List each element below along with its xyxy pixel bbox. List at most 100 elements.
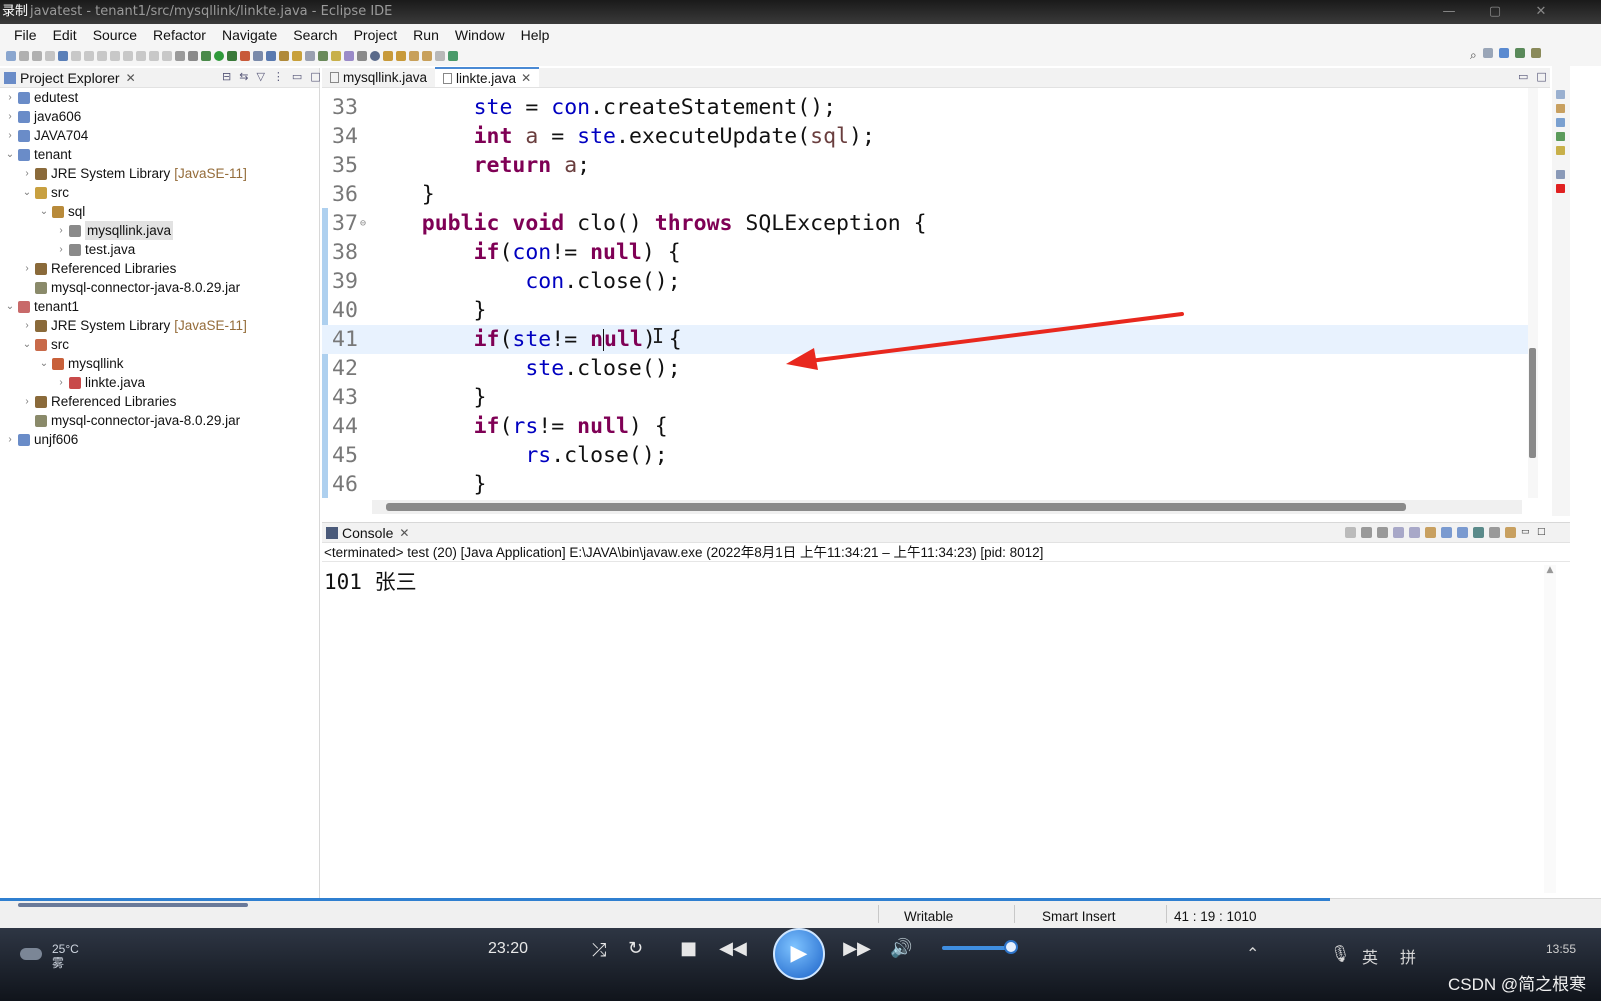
step-return-icon[interactable] (162, 51, 172, 61)
terminate-icon[interactable] (1345, 527, 1356, 538)
step-into-icon[interactable] (136, 51, 146, 61)
code-line[interactable]: 44 if(rs!= null) { (322, 412, 1528, 441)
menu-window[interactable]: Window (447, 24, 513, 46)
javadoc-icon[interactable] (1556, 132, 1565, 141)
chevron-down-icon[interactable]: ⌄ (4, 297, 16, 316)
console-output[interactable]: 101 张三 (322, 562, 1570, 882)
suspend-icon[interactable] (97, 51, 107, 61)
tree-item[interactable]: mysql-connector-java-8.0.29.jar (0, 411, 319, 430)
word-wrap-icon[interactable] (1425, 527, 1436, 538)
fast-forward-icon[interactable]: ▶▶ (836, 938, 878, 959)
code-line[interactable]: 38 if(con!= null) { (322, 238, 1528, 267)
declaration-icon[interactable] (1556, 146, 1565, 155)
code-line[interactable]: 35 return a; (322, 151, 1528, 180)
use-step-filters-icon[interactable] (188, 51, 198, 61)
debug-perspective-icon[interactable] (1514, 48, 1525, 58)
step-over-icon[interactable] (149, 51, 159, 61)
terminal-icon[interactable] (58, 51, 68, 61)
new-package-icon[interactable] (266, 51, 276, 61)
chevron-right-icon[interactable]: › (4, 107, 16, 126)
tree-item[interactable]: › unjf606 (0, 430, 319, 449)
ime-english[interactable]: 英 (1362, 944, 1378, 968)
terminate-icon[interactable] (110, 51, 120, 61)
debug-icon[interactable] (201, 51, 211, 61)
chevron-down-icon[interactable]: ⌄ (38, 354, 50, 373)
tree-item[interactable]: › mysqllink.java (0, 221, 319, 240)
maximize-view-icon[interactable]: □ (310, 70, 320, 83)
editor-vertical-scrollbar[interactable] (1528, 88, 1538, 498)
resume-icon[interactable] (84, 51, 94, 61)
tree-item[interactable]: ⌄ mysqllink (0, 354, 319, 373)
menu-navigate[interactable]: Navigate (214, 24, 285, 46)
tree-item[interactable]: › edutest (0, 88, 319, 107)
git-perspective-icon[interactable] (1530, 48, 1541, 58)
menu-help[interactable]: Help (513, 24, 558, 46)
tree-item[interactable]: › Referenced Libraries (0, 259, 319, 278)
drop-to-frame-icon[interactable] (175, 51, 185, 61)
problems-icon[interactable] (1556, 118, 1565, 127)
search-icon[interactable]: ⌕ (1470, 48, 1477, 63)
code-line[interactable]: 34 int a = ste.executeUpdate(sql); (322, 122, 1528, 151)
chevron-right-icon[interactable]: › (21, 316, 33, 335)
tree-item[interactable]: ⌄ sql (0, 202, 319, 221)
block-selection-icon[interactable] (344, 51, 354, 61)
minimize-view-icon[interactable]: ▭ (1521, 527, 1532, 538)
mark-occurrences-icon[interactable] (331, 51, 341, 61)
chevron-down-icon[interactable]: ⌄ (21, 335, 33, 354)
view-menu-icon[interactable]: ⋮ (273, 70, 284, 83)
close-window-button[interactable]: ✕ (1518, 0, 1564, 24)
editor-vertical-scroll-thumb[interactable] (1529, 348, 1536, 458)
filter-icon[interactable]: ▽ (256, 70, 264, 83)
chevron-down-icon[interactable]: ⌄ (21, 183, 33, 202)
shuffle-icon[interactable]: ⤮ (592, 940, 606, 961)
chevron-right-icon[interactable]: › (55, 221, 67, 240)
tree-item[interactable]: › JRE System Library [JavaSE-11] (0, 164, 319, 183)
tree-item[interactable]: mysql-connector-java-8.0.29.jar (0, 278, 319, 297)
tray-overflow-icon[interactable]: ⌃ (1246, 944, 1259, 964)
maximize-view-icon[interactable]: □ (1537, 527, 1548, 538)
new-class-icon[interactable] (279, 51, 289, 61)
coverage-icon[interactable] (227, 51, 237, 61)
menu-search[interactable]: Search (285, 24, 345, 46)
tree-item[interactable]: › test.java (0, 240, 319, 259)
open-console-icon[interactable] (1505, 527, 1516, 538)
fold-toggle-icon[interactable]: ⊖ (360, 209, 366, 238)
remove-all-terminated-icon[interactable] (1377, 527, 1388, 538)
weather-widget[interactable]: 25°C 雾 (52, 942, 79, 970)
save-icon[interactable] (19, 51, 29, 61)
chevron-right-icon[interactable]: › (4, 88, 16, 107)
minimize-button[interactable]: — (1426, 0, 1472, 24)
chevron-right-icon[interactable]: › (21, 392, 33, 411)
tree-item[interactable]: › JRE System Library [JavaSE-11] (0, 316, 319, 335)
tab-linkte-java[interactable]: linkte.java ✕ (435, 67, 540, 87)
system-clock[interactable]: 13:55 (1546, 942, 1576, 956)
editor-horizontal-scrollbar[interactable] (372, 500, 1522, 514)
run-icon[interactable] (214, 51, 224, 61)
external-tools-icon[interactable] (240, 51, 250, 61)
pin-editor-icon[interactable] (448, 51, 458, 61)
previous-annotation-icon[interactable] (396, 51, 406, 61)
code-line[interactable]: 46 } (322, 470, 1528, 498)
repeat-icon[interactable]: ↻ (628, 938, 643, 959)
new-java-project-icon[interactable] (253, 51, 263, 61)
new-icon[interactable] (6, 51, 16, 61)
code-line[interactable]: 37 ⊖ public void clo() throws SQLExceptio… (322, 209, 1528, 238)
minimize-view-icon[interactable]: ▭ (292, 70, 302, 83)
outline-icon[interactable] (1556, 90, 1565, 99)
play-button[interactable]: ▶ (773, 928, 825, 980)
code-line[interactable]: 39 con.close(); (322, 267, 1528, 296)
code-line[interactable]: 36 } (322, 180, 1528, 209)
minimize-editor-icon[interactable]: ▭ (1518, 70, 1528, 83)
menu-project[interactable]: Project (346, 24, 406, 46)
tree-item[interactable]: ⌄ src (0, 335, 319, 354)
next-annotation-icon[interactable] (383, 51, 393, 61)
console-vertical-scrollbar[interactable]: ▲ (1544, 565, 1556, 893)
chevron-right-icon[interactable]: › (4, 126, 16, 145)
code-area[interactable]: 33 ste = con.createStatement(); 34 int a … (322, 88, 1528, 498)
restore-icon[interactable] (1556, 170, 1565, 179)
menu-run[interactable]: Run (405, 24, 447, 46)
maximize-editor-icon[interactable]: □ (1536, 70, 1546, 83)
task-list-icon[interactable] (1556, 104, 1565, 113)
forward-icon[interactable] (435, 51, 445, 61)
save-all-icon[interactable] (32, 51, 42, 61)
